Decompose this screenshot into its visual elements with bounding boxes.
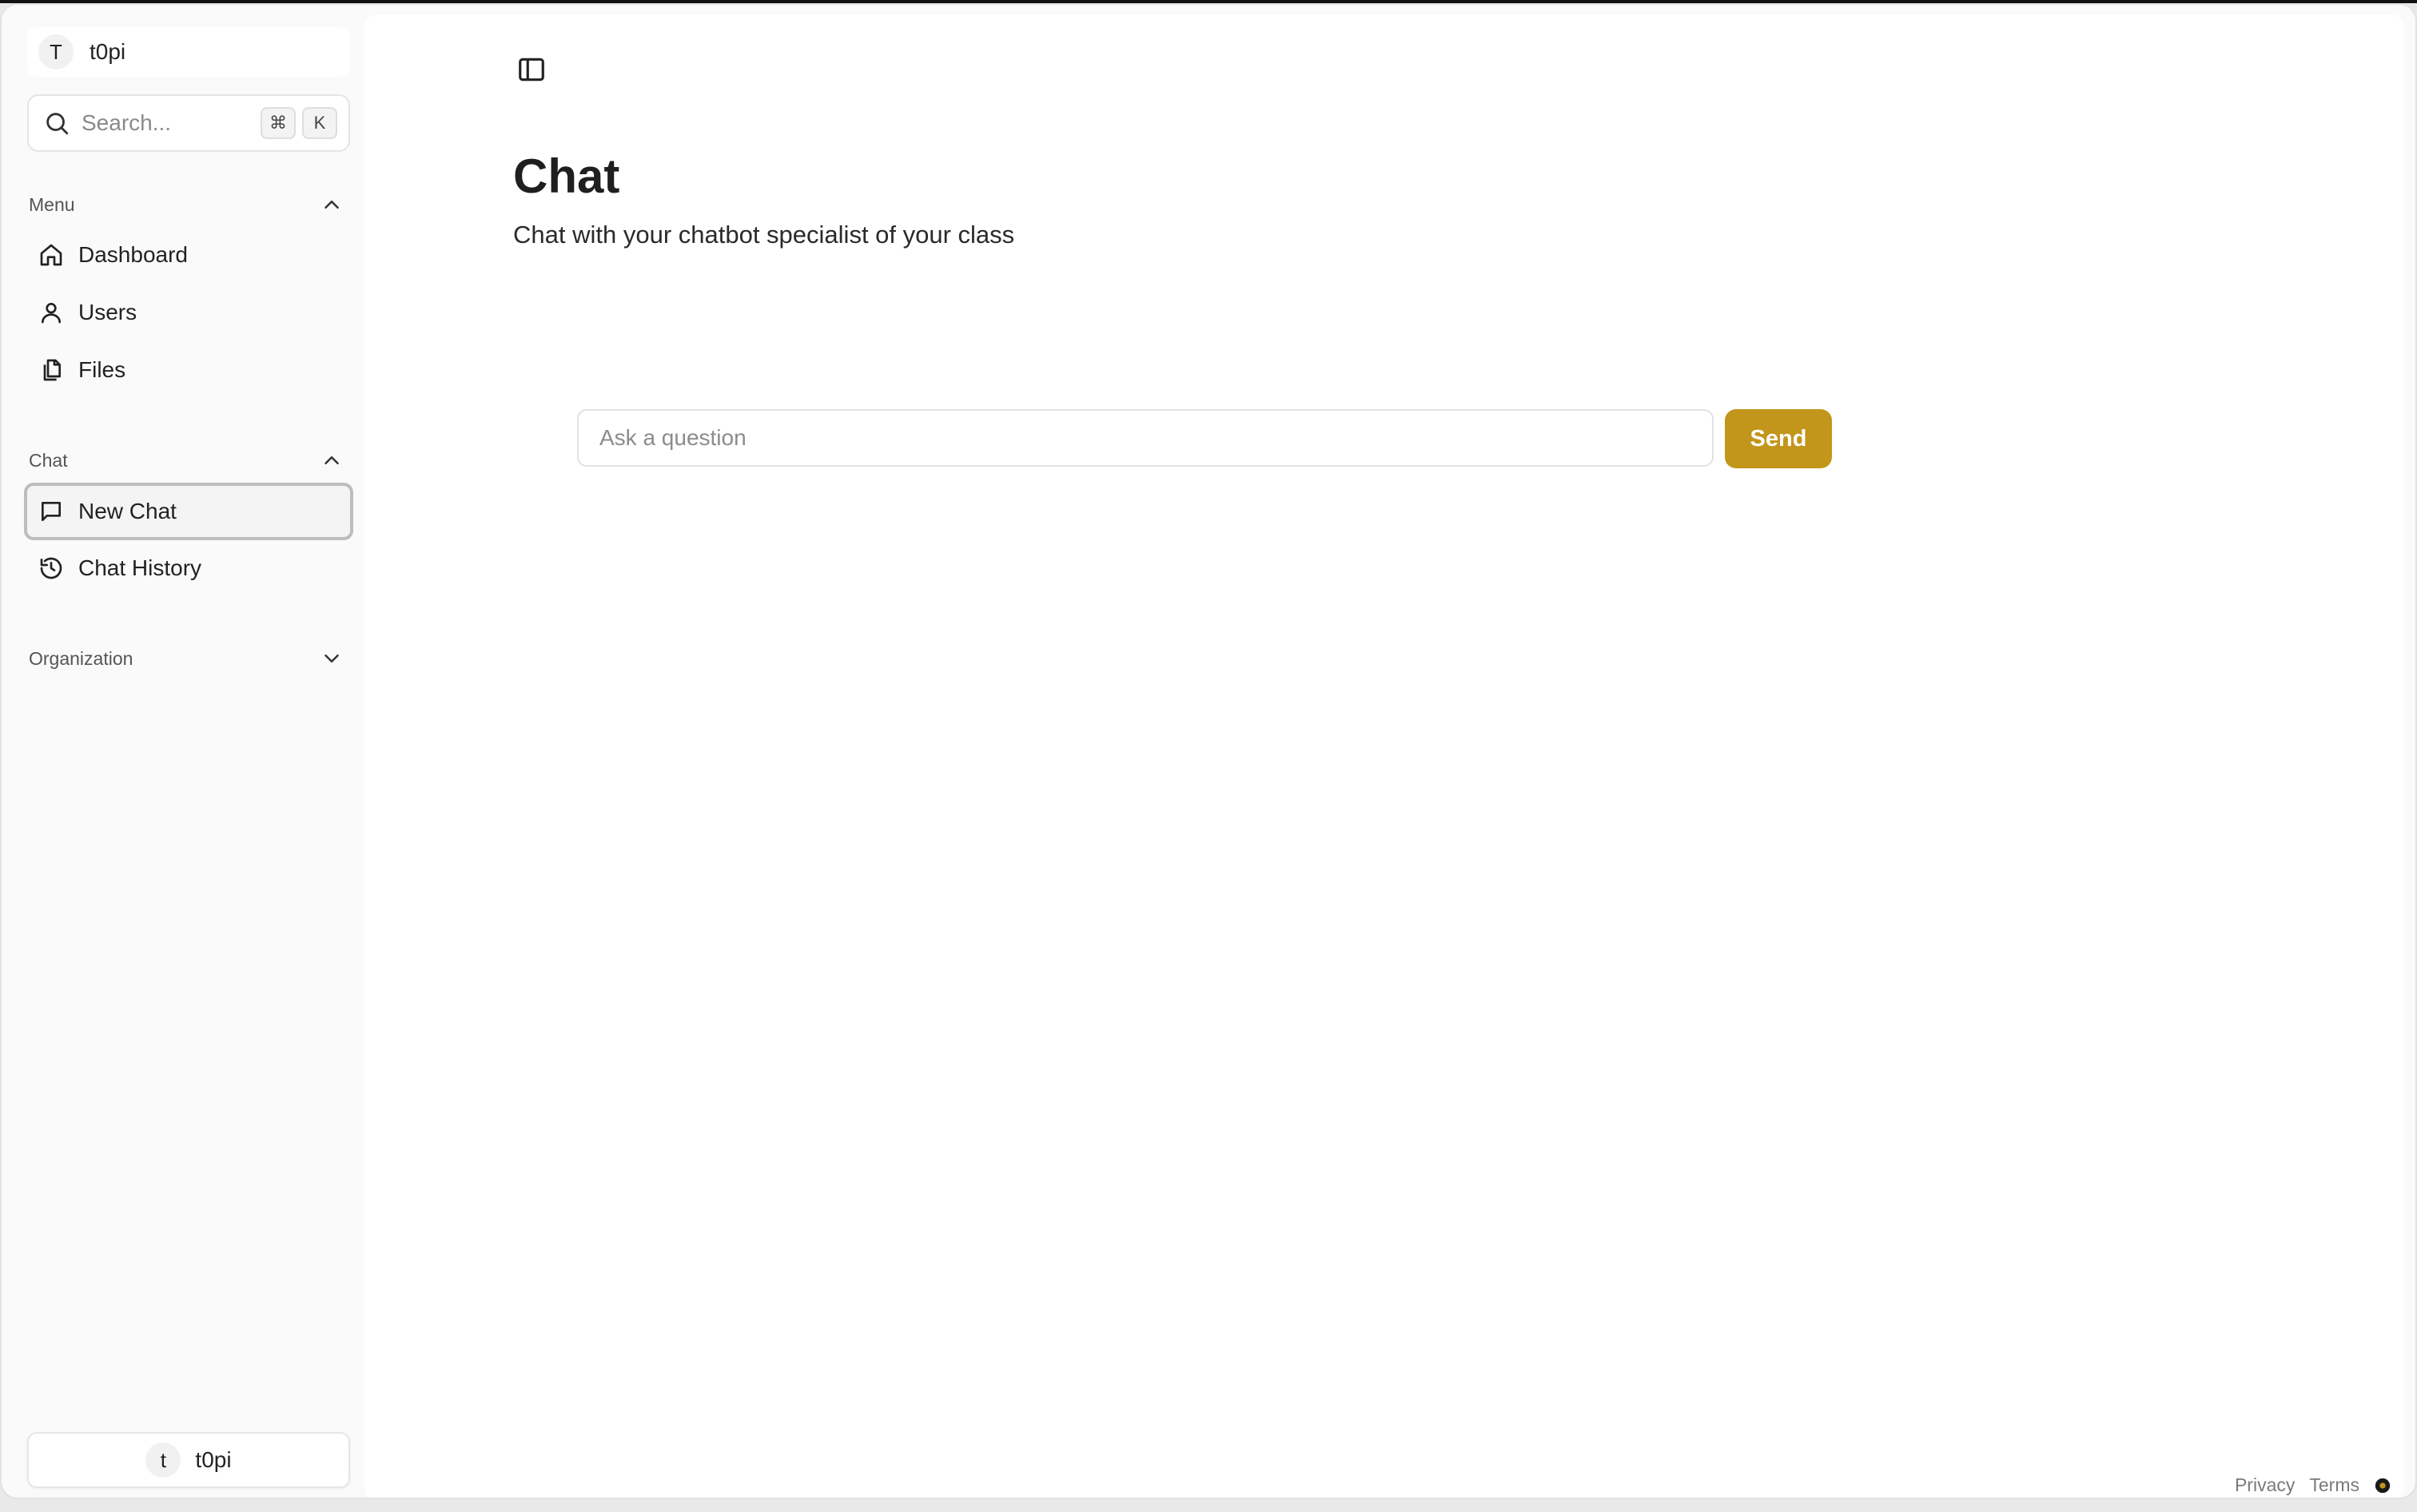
- terms-link[interactable]: Terms: [2309, 1474, 2359, 1496]
- chevron-up-icon: [325, 456, 339, 464]
- send-button[interactable]: Send: [1725, 409, 1832, 468]
- sidebar-toggle-icon[interactable]: [516, 54, 547, 85]
- search-placeholder: Search...: [82, 110, 172, 135]
- sidebar-item-users[interactable]: Users: [27, 286, 350, 339]
- sidebar: T t0pi Search... ⌘ K Menu Dashboard User…: [13, 5, 364, 1498]
- sidebar-item-label: New Chat: [78, 499, 177, 523]
- menu-section-header[interactable]: Menu: [29, 189, 348, 221]
- sidebar-item-label: Chat History: [78, 555, 202, 580]
- menu-section-title: Menu: [29, 193, 75, 215]
- organization-section-title: Organization: [29, 647, 133, 669]
- workspace-avatar: T: [38, 34, 74, 70]
- sidebar-item-files[interactable]: Files: [27, 344, 350, 396]
- shortcut-cmd-key: ⌘: [261, 107, 296, 139]
- organization-section-header[interactable]: Organization: [29, 643, 348, 674]
- chat-section-header[interactable]: Chat: [29, 444, 348, 476]
- chat-section-title: Chat: [29, 449, 68, 471]
- app-window: T t0pi Search... ⌘ K Menu Dashboard User…: [0, 3, 2417, 1499]
- search-icon: [46, 113, 69, 135]
- main-content: Chat Chat with your chatbot specialist o…: [364, 14, 2404, 1498]
- sidebar-item-dashboard[interactable]: Dashboard: [27, 229, 350, 281]
- chevron-up-icon: [325, 201, 339, 209]
- page-title: Chat: [513, 149, 620, 203]
- sidebar-item-chat-history[interactable]: Chat History: [27, 542, 350, 595]
- user-name: t0pi: [195, 1447, 232, 1472]
- sidebar-item-new-chat[interactable]: New Chat: [24, 483, 353, 540]
- shortcut-k-key: K: [302, 107, 337, 139]
- sidebar-item-label: Files: [78, 357, 126, 382]
- message-square-icon: [42, 502, 61, 521]
- user-menu-button[interactable]: t t0pi: [27, 1432, 350, 1488]
- chevron-down-icon: [325, 655, 339, 662]
- privacy-link[interactable]: Privacy: [2235, 1474, 2295, 1496]
- user-avatar: t: [145, 1442, 181, 1478]
- workspace-switcher[interactable]: T t0pi: [27, 27, 350, 77]
- ask-question-input[interactable]: [577, 409, 1714, 467]
- user-icon: [42, 303, 61, 324]
- footer-links: Privacy Terms: [2235, 1474, 2391, 1496]
- search-box[interactable]: Search... ⌘ K: [27, 94, 350, 152]
- sidebar-item-label: Users: [78, 300, 137, 324]
- page-subtitle: Chat with your chatbot specialist of you…: [513, 221, 1015, 249]
- workspace-name: t0pi: [90, 39, 126, 64]
- status-icon: [2375, 1478, 2391, 1493]
- files-icon: [43, 359, 61, 381]
- history-icon: [40, 557, 62, 579]
- home-icon: [40, 244, 62, 266]
- sidebar-item-label: Dashboard: [78, 242, 188, 267]
